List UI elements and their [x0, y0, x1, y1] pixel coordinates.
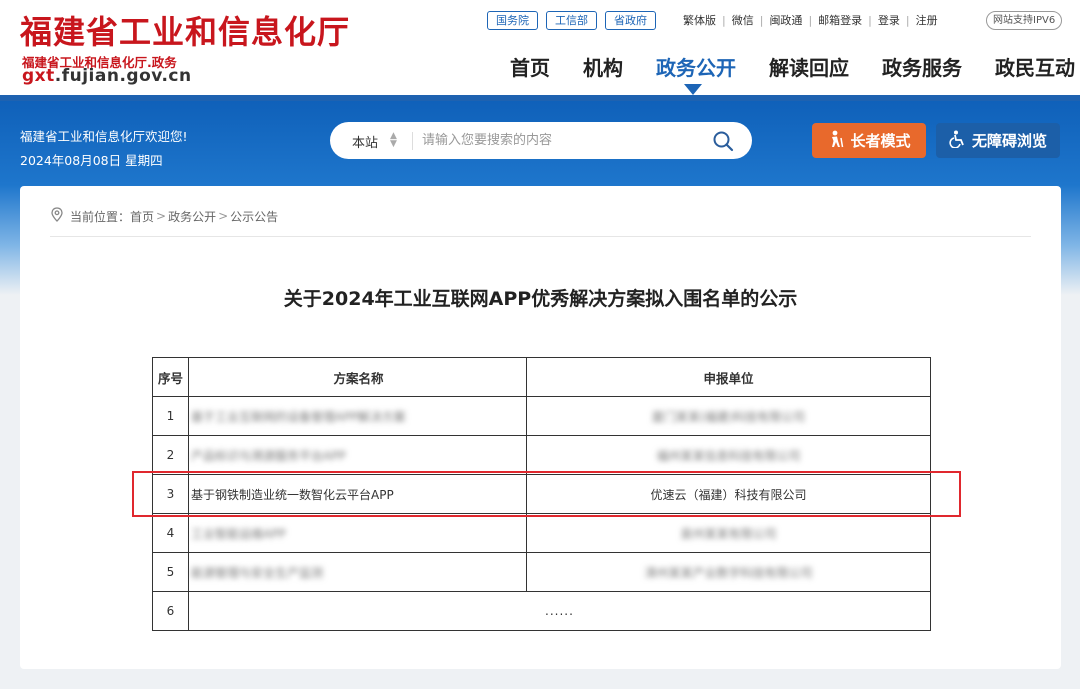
row-number: 3	[152, 474, 189, 514]
row-number: 5	[152, 552, 189, 592]
shortlist-table: 序号 方案名称 申报单位 1 基于工业互联网的设备管理APP解决方案 厦门某某(…	[152, 357, 931, 631]
top-utility-links: 繁体版 | 微信 | 闽政通 | 邮箱登录 | 登录 | 注册	[683, 12, 938, 28]
nav-interaction[interactable]: 政民互动	[995, 52, 1075, 81]
row-applicant: 厦门某某(福建)科技有限公司	[526, 396, 931, 436]
gov-links: 国务院 工信部 省政府	[487, 11, 656, 30]
nav-home[interactable]: 首页	[510, 52, 550, 81]
location-pin-icon	[50, 207, 64, 225]
link-separator: |	[868, 13, 872, 27]
header-solution-name: 方案名称	[188, 357, 527, 397]
table-row: 1 基于工业互联网的设备管理APP解决方案 厦门某某(福建)科技有限公司	[152, 396, 931, 436]
row-number: 4	[152, 513, 189, 553]
site-domain: gxt.fujian.gov.cn	[22, 66, 192, 86]
row-number: 2	[152, 435, 189, 475]
row-number: 6	[152, 591, 189, 631]
elder-mode-button[interactable]: 长者模式	[812, 123, 926, 158]
welcome-text: 福建省工业和信息化厅欢迎您!	[20, 129, 188, 144]
breadcrumb-label: 当前位置：	[70, 209, 131, 224]
breadcrumb-sep: >	[156, 209, 167, 223]
content-card: 当前位置： 首页 > 政务公开 > 公示公告 关于2024年工业互联网APP优秀解决…	[20, 186, 1061, 669]
gov-link-state-council[interactable]: 国务院	[487, 11, 538, 30]
site-domain-rest: .fujian.gov.cn	[54, 66, 192, 86]
header-number: 序号	[152, 357, 189, 397]
main-nav: 首页 机构 政务公开 解读回应 政务服务 政民互动	[510, 52, 1075, 81]
ipv6-badge: 网站支持IPV6	[986, 11, 1063, 30]
search-input[interactable]	[422, 130, 692, 151]
nav-interpretation[interactable]: 解读回应	[769, 52, 849, 81]
site-header: 福建省工业和信息化厅 福建省工业和信息化厅.政务 gxt.fujian.gov.…	[0, 0, 1080, 95]
link-register[interactable]: 注册	[916, 12, 938, 28]
row-applicant: 漳州某某产业数字科技有限公司	[526, 552, 931, 592]
table-row: 5 能源管理与安全生产监测 漳州某某产业数字科技有限公司	[152, 552, 931, 592]
link-minzhengtong[interactable]: 闽政通	[769, 12, 802, 28]
row-applicant: 福州某某信息科技有限公司	[526, 435, 931, 475]
row-applicant: 优速云（福建）科技有限公司	[526, 474, 931, 514]
search-scope-select[interactable]: 本站	[352, 132, 378, 151]
row-solution-name: 产品标识与溯源服务平台APP	[188, 435, 527, 475]
table-row-highlighted: 3 基于钢铁制造业统一数智化云平台APP 优速云（福建）科技有限公司	[152, 474, 931, 514]
scope-updown-icon[interactable]: ▲ ▼	[390, 132, 397, 149]
link-separator: |	[905, 13, 910, 27]
accessibility-label: 无障碍浏览	[971, 132, 1047, 150]
table-row: 2 产品标识与溯源服务平台APP 福州某某信息科技有限公司	[152, 435, 931, 475]
elder-person-icon	[827, 130, 845, 152]
link-mail-login[interactable]: 邮箱登录	[818, 12, 862, 28]
link-traditional[interactable]: 繁体版	[683, 12, 716, 28]
gov-link-miit[interactable]: 工信部	[546, 11, 597, 30]
breadcrumb: 当前位置： 首页 > 政务公开 > 公示公告	[50, 207, 278, 225]
site-domain-prefix: gxt	[22, 66, 55, 86]
search-divider	[412, 132, 413, 150]
nav-services[interactable]: 政务服务	[882, 52, 962, 81]
gov-link-province[interactable]: 省政府	[605, 11, 656, 30]
row-solution-name: 工业智能运维APP	[188, 513, 527, 553]
breadcrumb-gov-affairs[interactable]: 政务公开	[168, 208, 216, 225]
elder-mode-label: 长者模式	[850, 132, 911, 150]
breadcrumb-home[interactable]: 首页	[130, 208, 154, 225]
nav-government-affairs[interactable]: 政务公开	[656, 52, 736, 81]
link-wechat[interactable]: 微信	[732, 12, 754, 28]
link-login[interactable]: 登录	[878, 12, 900, 28]
link-separator: |	[759, 13, 764, 27]
header-applicant: 申报单位	[526, 357, 931, 397]
row-solution-name: 能源管理与安全生产监测	[188, 552, 527, 592]
wheelchair-icon	[949, 130, 967, 152]
table-header-row: 序号 方案名称 申报单位	[152, 357, 931, 397]
accessibility-button[interactable]: 无障碍浏览	[936, 123, 1060, 158]
link-separator: |	[808, 13, 813, 27]
active-nav-indicator	[684, 84, 702, 95]
row-ellipsis: ......	[188, 591, 931, 631]
row-solution-name: 基于钢铁制造业统一数智化云平台APP	[188, 474, 527, 514]
link-separator: |	[722, 13, 726, 27]
search-icon[interactable]	[712, 130, 734, 152]
table-row: 6 ......	[152, 591, 931, 631]
nav-organization[interactable]: 机构	[583, 52, 623, 81]
row-number: 1	[152, 396, 189, 436]
row-applicant: 泉州某某有限公司	[526, 513, 931, 553]
breadcrumb-announcements[interactable]: 公示公告	[230, 208, 278, 225]
current-date: 2024年08月08日 星期四	[20, 153, 163, 168]
row-solution-name: 基于工业互联网的设备管理APP解决方案	[188, 396, 527, 436]
site-logo-title[interactable]: 福建省工业和信息化厅	[20, 10, 350, 54]
article-title: 关于2024年工业互联网APP优秀解决方案拟入围名单的公示	[283, 288, 798, 310]
table-row: 4 工业智能运维APP 泉州某某有限公司	[152, 513, 931, 553]
breadcrumb-sep: >	[218, 209, 229, 223]
divider	[50, 236, 1031, 237]
search-box: 本站 ▲ ▼	[330, 122, 752, 159]
